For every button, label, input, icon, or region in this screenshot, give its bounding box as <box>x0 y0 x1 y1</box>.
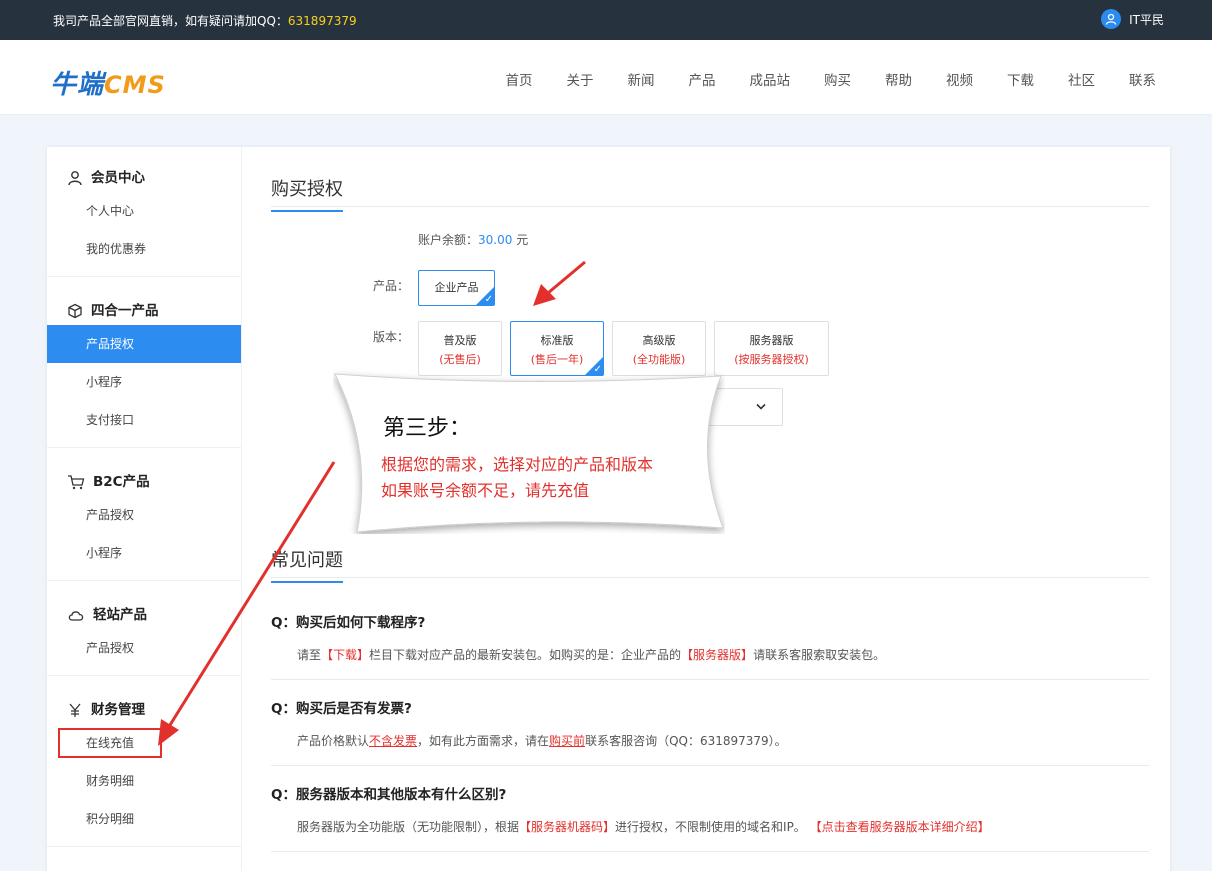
arrow-to-edition-icon <box>533 260 586 306</box>
callout-title: 第三步： <box>383 416 472 441</box>
arrow-to-recharge-icon <box>158 461 336 746</box>
annotation-callout: 第三步： 根据您的需求，选择对应的产品和版本 如果账号余额不足，请先充值 <box>333 368 725 534</box>
callout-shape <box>334 373 724 533</box>
callout-body: 根据您的需求，选择对应的产品和版本 如果账号余额不足，请先充值 <box>381 455 654 500</box>
